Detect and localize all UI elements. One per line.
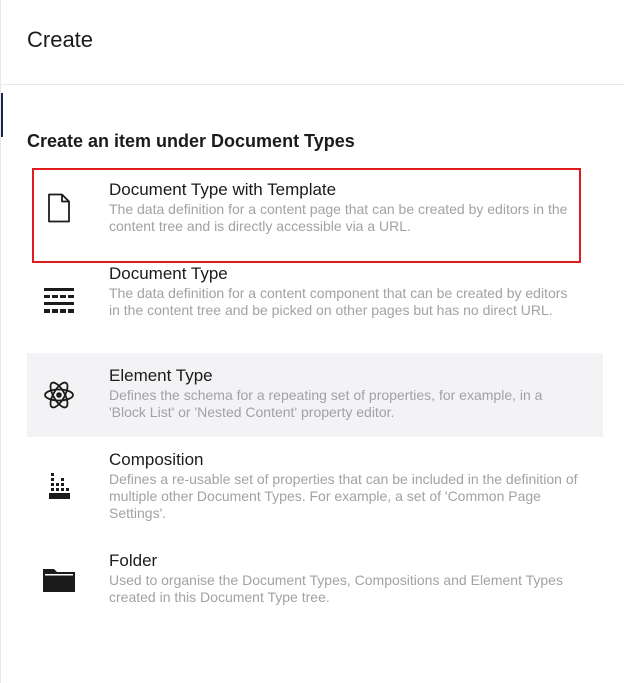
option-description: The data definition for a content page t… (109, 201, 568, 234)
option-label: Document Type with Template (109, 180, 337, 199)
dialog-header: Create (1, 0, 624, 85)
option-label: Composition (109, 450, 204, 469)
section-subtitle: Create an item under Document Types (27, 131, 355, 151)
create-dialog: Create Create an item under Document Typ… (0, 0, 624, 683)
option-label: Element Type (109, 366, 213, 385)
dialog-title: Create (27, 27, 94, 52)
option-label: Folder (109, 551, 158, 570)
folder-icon (41, 561, 77, 597)
document-icon (41, 190, 77, 226)
option-description: The data definition for a content compon… (109, 285, 568, 318)
create-option-document-type[interactable]: Document Type The data definition for a … (27, 263, 603, 345)
create-option-document-type-with-template[interactable]: Document Type with Template The data def… (27, 179, 603, 243)
option-description: Used to organise the Document Types, Com… (109, 572, 563, 605)
composition-icon (41, 468, 77, 504)
active-indicator (1, 93, 3, 137)
document-type-icon (41, 283, 77, 319)
option-description: Defines the schema for a repeating set o… (109, 387, 543, 420)
option-label: Document Type (109, 264, 228, 283)
option-description: Defines a re-usable set of properties th… (109, 471, 578, 521)
create-option-folder[interactable]: Folder Used to organise the Document Typ… (27, 550, 603, 614)
create-option-composition[interactable]: Composition Defines a re-usable set of p… (27, 449, 603, 531)
create-option-element-type[interactable]: Element Type Defines the schema for a re… (27, 353, 603, 437)
atom-icon (41, 377, 77, 413)
